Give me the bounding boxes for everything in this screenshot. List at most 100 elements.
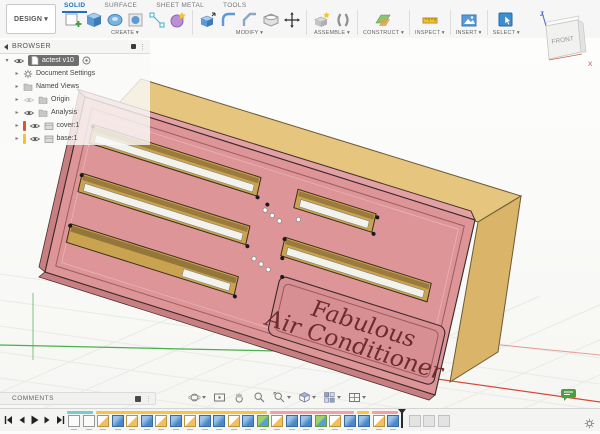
caret-right-icon[interactable]: ▸ (14, 70, 20, 77)
modify-group-label[interactable]: MODIFY ▾ (236, 30, 263, 36)
browser-row-cover[interactable]: ▸ cover:1 (0, 119, 150, 132)
timeline-playhead[interactable] (401, 411, 403, 428)
caret-right-icon[interactable]: ▸ (14, 83, 20, 90)
root-document-pill[interactable]: actest v10 (28, 55, 79, 67)
comments-grip-icon[interactable]: ⋮ (145, 395, 152, 403)
joint-icon (334, 11, 352, 29)
pan-button[interactable] (233, 391, 246, 404)
caret-right-icon[interactable]: ▸ (14, 96, 20, 103)
comments-bar[interactable]: COMMENTS ⋮ (0, 392, 156, 405)
timeline-feature-sketch[interactable] (373, 415, 385, 427)
timeline-feature-component[interactable] (83, 415, 95, 427)
timeline-feature-suppressed[interactable] (409, 415, 421, 427)
caret-down-icon (337, 396, 341, 399)
eye-off-icon[interactable] (23, 96, 35, 104)
browser-row-analysis[interactable]: ▸ Analysis (0, 106, 150, 119)
fit-button[interactable] (273, 391, 291, 404)
extrude-button[interactable] (84, 10, 103, 29)
eye-icon[interactable] (13, 57, 25, 65)
chamfer-button[interactable] (240, 10, 259, 29)
display-settings-button[interactable] (298, 391, 316, 404)
sketch-dimension-button[interactable] (147, 10, 166, 29)
browser-row-root[interactable]: ▾ actest v10 (0, 54, 150, 67)
select-button[interactable] (497, 10, 516, 29)
timeline-group-bar (270, 411, 354, 414)
timeline-feature-solid[interactable] (358, 415, 370, 427)
render-button[interactable] (126, 10, 145, 29)
timeline-feature-sketch[interactable] (155, 415, 167, 427)
timeline-feature-solid[interactable] (141, 415, 153, 427)
timeline-feature-sketch[interactable] (97, 415, 109, 427)
shell-button[interactable] (261, 10, 280, 29)
construct-group-label[interactable]: CONSTRUCT ▾ (363, 30, 404, 36)
assemble-group-label[interactable]: ASSEMBLE ▾ (314, 30, 350, 36)
caret-down-icon[interactable]: ▾ (4, 57, 10, 64)
display-settings-icon (298, 391, 311, 404)
eye-icon[interactable] (29, 135, 41, 143)
caret-right-icon[interactable]: ▸ (14, 122, 20, 129)
root-document-label: actest v10 (42, 57, 74, 64)
browser-display-icon[interactable] (131, 44, 136, 49)
create-group-label[interactable]: CREATE ▾ (111, 30, 139, 36)
browser-row-document-settings[interactable]: ▸ Document Settings (0, 67, 150, 80)
zoom-button[interactable] (253, 391, 266, 404)
comment-marker-icon[interactable] (560, 388, 578, 402)
construction-plane-button[interactable] (374, 10, 393, 29)
timeline-feature-green[interactable] (257, 415, 269, 427)
create-sketch-button[interactable] (63, 10, 82, 29)
timeline-feature-green[interactable] (315, 415, 327, 427)
view-cube[interactable]: FRONT Z X (536, 8, 598, 78)
group-insert: INSERT ▾ (451, 0, 487, 36)
timeline-feature-solid[interactable] (213, 415, 225, 427)
orbit-button[interactable] (188, 391, 206, 404)
timeline-feature-solid[interactable] (286, 415, 298, 427)
timeline-feature-solid[interactable] (344, 415, 356, 427)
browser-row-base[interactable]: ▸ base:1 (0, 132, 150, 145)
measure-button[interactable] (420, 10, 439, 29)
browser-row-origin[interactable]: ▸ Origin (0, 93, 150, 106)
form-button[interactable] (105, 10, 124, 29)
timeline-feature-suppressed[interactable] (423, 415, 435, 427)
timeline-feature-suppressed[interactable] (438, 415, 450, 427)
joint-button[interactable] (333, 10, 352, 29)
folder-icon (38, 108, 48, 118)
timeline-group-bar (372, 411, 398, 414)
design-workspace-button[interactable]: DESIGN ▾ (6, 4, 56, 34)
press-pull-icon (199, 11, 217, 29)
pattern-button[interactable] (168, 10, 187, 29)
insert-group-label[interactable]: INSERT ▾ (456, 30, 482, 36)
eye-icon[interactable] (29, 122, 41, 130)
move-button[interactable] (282, 10, 301, 29)
select-group-label[interactable]: SELECT ▾ (493, 30, 520, 36)
timeline-feature-component[interactable] (68, 415, 80, 427)
timeline-feature-solid[interactable] (300, 415, 312, 427)
timeline-group-bar (357, 411, 369, 414)
ground-toggle-icon[interactable] (82, 56, 91, 65)
timeline-feature-solid[interactable] (242, 415, 254, 427)
timeline-feature-solid[interactable] (170, 415, 182, 427)
insert-image-button[interactable] (459, 10, 478, 29)
timeline-feature-sketch[interactable] (228, 415, 240, 427)
inspect-group-label[interactable]: INSPECT ▾ (415, 30, 445, 36)
fillet-button[interactable] (219, 10, 238, 29)
viewports-button[interactable] (348, 391, 366, 404)
browser-row-named-views[interactable]: ▸ Named Views (0, 80, 150, 93)
grid-layout-button[interactable] (323, 391, 341, 404)
caret-right-icon[interactable]: ▸ (14, 109, 20, 116)
comments-display-icon[interactable] (135, 396, 141, 402)
browser-collapse-icon[interactable] (4, 44, 8, 50)
timeline-feature-sketch[interactable] (126, 415, 138, 427)
new-component-button[interactable] (312, 10, 331, 29)
timeline-feature-solid[interactable] (387, 415, 399, 427)
eye-icon[interactable] (23, 109, 35, 117)
timeline-feature-sketch[interactable] (184, 415, 196, 427)
timeline-settings-button[interactable] (584, 416, 595, 434)
timeline-feature-sketch[interactable] (329, 415, 341, 427)
timeline-feature-solid[interactable] (199, 415, 211, 427)
timeline-feature-solid[interactable] (112, 415, 124, 427)
caret-right-icon[interactable]: ▸ (14, 135, 20, 142)
look-at-button[interactable] (213, 391, 226, 404)
timeline-feature-sketch[interactable] (271, 415, 283, 427)
press-pull-button[interactable] (198, 10, 217, 29)
browser-menu-icon[interactable]: ⋮ (139, 43, 146, 51)
